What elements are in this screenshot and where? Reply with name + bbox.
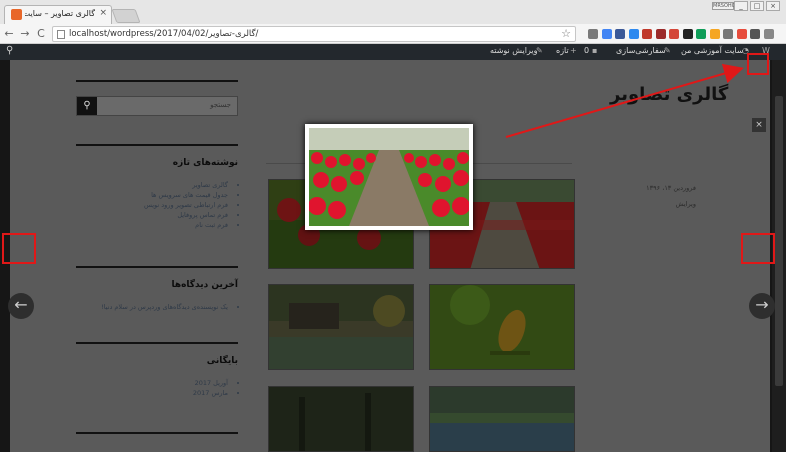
divider: [76, 80, 238, 82]
sidebar-search[interactable]: ⚲ جستجو: [76, 96, 238, 116]
comment-icon: ▪: [592, 46, 598, 55]
recent-post-link[interactable]: فرم تماس پروفایل: [76, 210, 228, 220]
edit-link[interactable]: ویرایش: [626, 200, 696, 208]
annotation-box-prev: [2, 233, 36, 264]
extension-icon[interactable]: [588, 29, 598, 39]
adminbar-search-icon[interactable]: ⚲: [6, 45, 13, 56]
gallery-thumb-lake[interactable]: [429, 386, 575, 452]
gallery-thumb-forest[interactable]: [268, 386, 414, 452]
tab-title: گالری تصاویر – سایت آموزشی: [25, 9, 95, 18]
divider: [76, 266, 238, 268]
extension-icon[interactable]: [696, 29, 706, 39]
forward-button[interactable]: →: [18, 27, 32, 41]
recent-comments-title: آخرین دیدگاه‌ها: [171, 280, 238, 290]
back-button[interactable]: ←: [2, 27, 16, 41]
site-name-link[interactable]: سایت آموزشی من: [681, 46, 744, 55]
brush-icon: ✎: [664, 46, 671, 55]
window-titlebar: گالری تصاویر – سایت آموزشی × MRSOHO _ □ …: [0, 0, 786, 24]
archives-list: آوریل 2017 مارس 2017: [76, 378, 238, 398]
search-button-icon[interactable]: ⚲: [77, 97, 97, 115]
extension-icon[interactable]: [615, 29, 625, 39]
comments-count[interactable]: 0: [584, 46, 589, 55]
extension-icon[interactable]: [601, 29, 612, 39]
extension-icon[interactable]: [736, 29, 747, 39]
bookmark-star-icon[interactable]: ☆: [561, 27, 571, 40]
page-icon: [57, 30, 65, 39]
recent-posts-title: نوشته‌های تازه: [172, 158, 238, 168]
minimize-button[interactable]: _: [734, 1, 748, 11]
search-placeholder: جستجو: [210, 101, 231, 109]
lightbox-popup: [305, 124, 473, 230]
divider: [76, 432, 238, 434]
maximize-button[interactable]: □: [750, 1, 764, 11]
recent-post-link[interactable]: جدول قیمت های سرویس ها: [76, 190, 228, 200]
gallery-thumb-butterfly[interactable]: [429, 284, 575, 370]
address-bar[interactable]: localhost/wordpress/2017/04/02/گالری-تصا…: [52, 26, 576, 42]
profile-badge[interactable]: MRSOHO: [712, 2, 736, 10]
extension-icon[interactable]: [723, 29, 733, 39]
extension-icon[interactable]: [628, 29, 639, 39]
extension-icon[interactable]: [655, 29, 666, 39]
divider: [76, 144, 238, 146]
archives-title: بایگانی: [206, 356, 238, 366]
extension-icon[interactable]: [669, 29, 679, 39]
extension-icon[interactable]: [642, 29, 652, 39]
recent-post-link[interactable]: فرم ارتباطی تصویر ورود نویس: [76, 200, 228, 210]
gallery-thumb-cabin-pond[interactable]: [268, 284, 414, 370]
post-date[interactable]: فروردین ۱۳، ۱۳۹۶: [626, 184, 696, 192]
extension-icon[interactable]: [763, 29, 774, 39]
new-tab-button[interactable]: [111, 9, 141, 23]
toolbar: ← → C localhost/wordpress/2017/04/02/گال…: [0, 24, 786, 44]
url-text[interactable]: localhost/wordpress/2017/04/02/گالری-تصا…: [69, 29, 258, 39]
recent-post-link[interactable]: گالری تصاویر: [76, 180, 228, 190]
recent-posts-list: گالری تصاویر جدول قیمت های سرویس ها فرم …: [76, 180, 238, 230]
customize-link[interactable]: سفارشی‌سازی: [616, 46, 666, 55]
lightbox-prev-button[interactable]: ←: [8, 293, 34, 319]
extension-icon[interactable]: [682, 29, 693, 39]
reload-button[interactable]: C: [34, 27, 48, 41]
scrollbar-thumb[interactable]: [775, 96, 783, 386]
tab-favicon: [11, 9, 22, 20]
annotation-box-next: [741, 233, 775, 264]
browser-tab[interactable]: گالری تصاویر – سایت آموزشی ×: [4, 5, 112, 24]
archive-link[interactable]: آوریل 2017: [76, 378, 228, 388]
annotation-arrow: [505, 63, 744, 138]
edit-post-link[interactable]: ویرایش نوشته: [490, 46, 537, 55]
recent-comments-list: یک نویسنده‌ی دیدگاه‌های وردپرس در سلام د…: [76, 302, 238, 312]
recent-post-link[interactable]: فرم ثبت نام: [76, 220, 228, 230]
lightbox-next-button[interactable]: →: [749, 293, 775, 319]
extension-icon[interactable]: [709, 29, 720, 39]
pencil-icon: ✎: [536, 46, 543, 55]
new-content-link[interactable]: تازه: [556, 46, 569, 55]
plus-icon: +: [570, 46, 577, 55]
close-window-button[interactable]: ×: [766, 1, 780, 11]
recent-comment-link[interactable]: یک نویسنده‌ی دیدگاه‌های وردپرس در سلام د…: [76, 302, 228, 312]
extension-icon[interactable]: [750, 29, 760, 39]
divider: [76, 342, 238, 344]
tab-close-icon[interactable]: ×: [99, 8, 107, 18]
lightbox-image-tulips[interactable]: [308, 128, 470, 226]
archive-link[interactable]: مارس 2017: [76, 388, 228, 398]
